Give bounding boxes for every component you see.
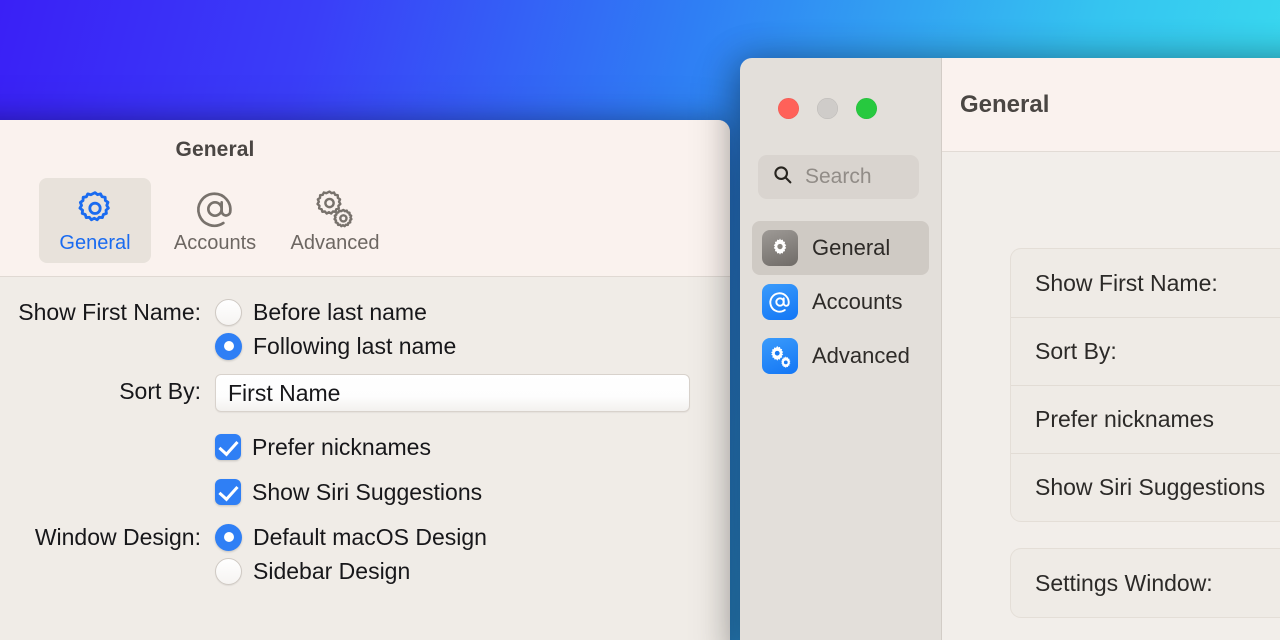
checkbox-prefer-nicknames-label: Prefer nicknames <box>252 434 431 460</box>
double-gear-icon <box>285 188 385 230</box>
field-show-first-name: Show First Name: Before last name Follow… <box>0 295 730 363</box>
checkbox-prefer-nicknames[interactable]: Prefer nicknames <box>215 430 431 464</box>
background-settings-window[interactable]: General General Accounts Advanced Show F… <box>0 120 730 640</box>
sort-by-select[interactable]: First Name <box>215 374 690 412</box>
radio-sidebar-design-label: Sidebar Design <box>253 558 411 584</box>
background-window-toolbar: General General Accounts Advanced <box>0 120 730 277</box>
radio-before-last-name-label: Before last name <box>253 299 427 325</box>
search-placeholder: Search <box>805 165 872 188</box>
sort-by-label: Sort By: <box>119 378 201 404</box>
checkbox-indicator[interactable] <box>215 479 241 505</box>
tab-accounts-label: Accounts <box>173 232 257 254</box>
double-gear-icon <box>762 338 798 374</box>
settings-card-window: Settings Window: <box>1010 548 1280 618</box>
background-window-title: General <box>175 138 255 161</box>
radio-indicator-selected[interactable] <box>215 332 242 360</box>
radio-indicator[interactable] <box>215 557 242 585</box>
sort-by-value: First Name <box>228 379 341 406</box>
gear-icon <box>45 188 145 230</box>
background-window-content: Show First Name: Before last name Follow… <box>0 277 730 588</box>
floating-window-sidebar: Search General Accounts Advanced <box>740 58 942 640</box>
card-row[interactable]: Prefer nicknames <box>1011 385 1280 453</box>
radio-indicator[interactable] <box>215 298 242 326</box>
floating-window-title: General <box>960 90 1050 118</box>
show-first-name-label: Show First Name: <box>18 299 201 325</box>
sidebar-item-general-label: General <box>812 235 891 260</box>
field-window-design: Window Design: Default macOS Design Side… <box>0 520 730 588</box>
floating-window-body: Show First Name: Sort By: Prefer nicknam… <box>942 152 1280 618</box>
field-prefer-nicknames: Prefer nicknames <box>0 430 730 464</box>
floating-window-titlebar: General <box>942 58 1280 152</box>
sidebar-list[interactable]: General Accounts Advanced <box>740 221 941 383</box>
background-window-tab-bar[interactable]: General Accounts Advanced <box>0 178 730 263</box>
minimize-button[interactable] <box>817 98 838 119</box>
checkbox-show-siri-suggestions-label: Show Siri Suggestions <box>252 479 483 505</box>
tab-advanced-label: Advanced <box>290 232 380 254</box>
at-sign-icon <box>165 188 265 230</box>
desktop-screen: General General Accounts Advanced Show F… <box>0 0 1280 640</box>
checkbox-show-siri-suggestions[interactable]: Show Siri Suggestions <box>215 475 482 509</box>
radio-following-last-name[interactable]: Following last name <box>215 329 456 363</box>
gear-icon <box>762 230 798 266</box>
window-design-radio-group[interactable]: Default macOS Design Sidebar Design <box>215 520 487 588</box>
field-sort-by: Sort By: First Name <box>0 374 730 412</box>
floating-window-main: General Show First Name: Sort By: Prefer… <box>942 58 1280 640</box>
radio-following-last-name-label: Following last name <box>253 333 457 359</box>
search-icon <box>772 164 793 190</box>
card-row[interactable]: Settings Window: <box>1011 549 1280 617</box>
close-button[interactable] <box>778 98 799 119</box>
search-field[interactable]: Search <box>758 155 919 199</box>
card-row[interactable]: Show Siri Suggestions <box>1011 453 1280 521</box>
radio-indicator-selected[interactable] <box>215 523 242 551</box>
sidebar-item-accounts[interactable]: Accounts <box>752 275 929 329</box>
show-first-name-radio-group[interactable]: Before last name Following last name <box>215 295 456 363</box>
tab-accounts[interactable]: Accounts <box>159 178 271 263</box>
card-row[interactable]: Show First Name: <box>1011 249 1280 317</box>
radio-default-macos-design[interactable]: Default macOS Design <box>215 520 487 554</box>
settings-card-general: Show First Name: Sort By: Prefer nicknam… <box>1010 248 1280 522</box>
zoom-button[interactable] <box>856 98 877 119</box>
radio-sidebar-design[interactable]: Sidebar Design <box>215 554 487 588</box>
sidebar-item-accounts-label: Accounts <box>812 289 903 314</box>
tab-general[interactable]: General <box>39 178 151 263</box>
tab-general-label: General <box>59 232 131 254</box>
sidebar-item-advanced-label: Advanced <box>812 343 910 368</box>
traffic-lights[interactable] <box>740 58 941 119</box>
field-show-siri-suggestions: Show Siri Suggestions <box>0 475 730 509</box>
floating-settings-window[interactable]: Search General Accounts Advanced General… <box>740 58 1280 640</box>
radio-before-last-name[interactable]: Before last name <box>215 295 456 329</box>
sidebar-item-general[interactable]: General <box>752 221 929 275</box>
radio-default-macos-design-label: Default macOS Design <box>253 524 487 550</box>
window-design-label: Window Design: <box>34 524 201 550</box>
card-row[interactable]: Sort By: <box>1011 317 1280 385</box>
sidebar-item-advanced[interactable]: Advanced <box>752 329 929 383</box>
at-sign-icon <box>762 284 798 320</box>
checkbox-indicator[interactable] <box>215 434 241 460</box>
tab-advanced[interactable]: Advanced <box>279 178 391 263</box>
